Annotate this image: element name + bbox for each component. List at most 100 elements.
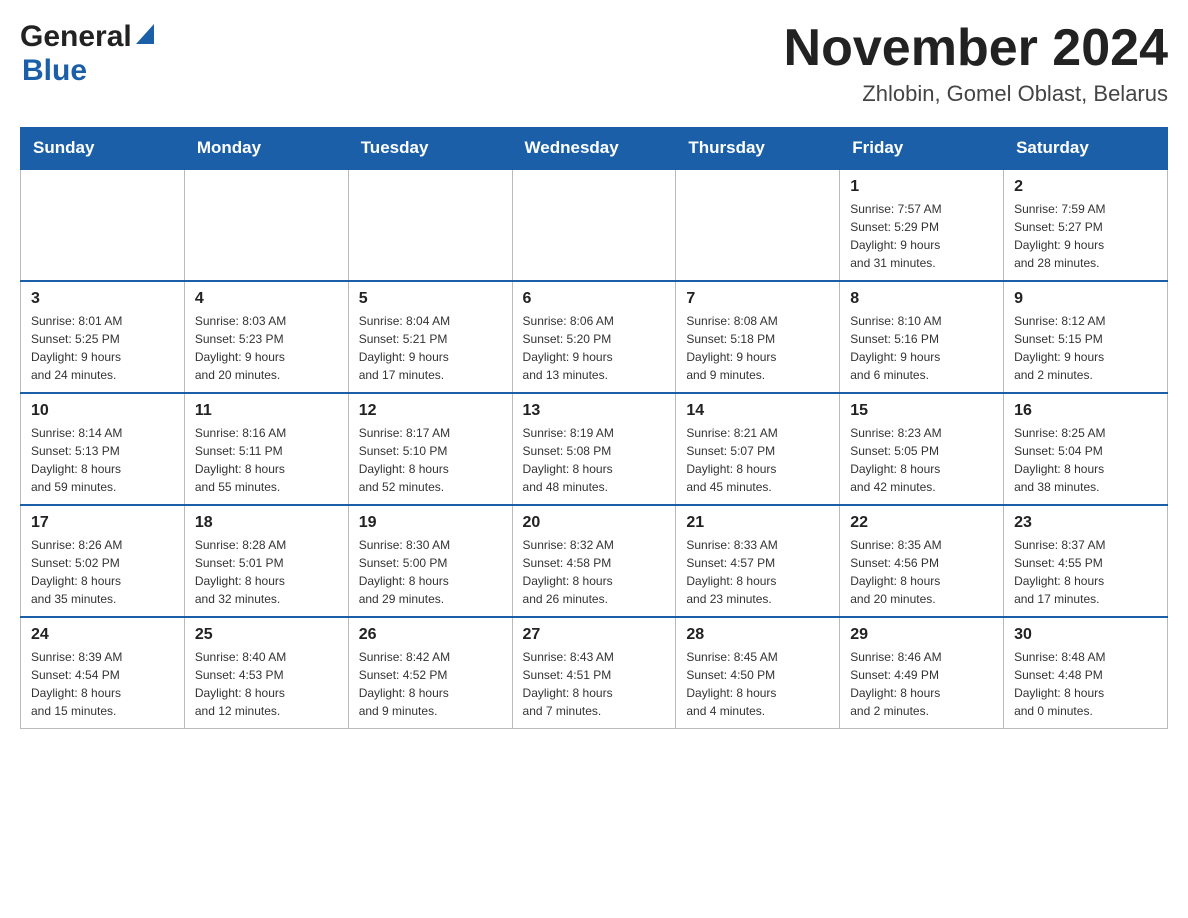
col-tuesday: Tuesday [348, 128, 512, 170]
day-info: Sunrise: 8:21 AMSunset: 5:07 PMDaylight:… [686, 424, 829, 496]
table-row: 8Sunrise: 8:10 AMSunset: 5:16 PMDaylight… [840, 281, 1004, 393]
day-number: 2 [1014, 178, 1157, 196]
table-row: 22Sunrise: 8:35 AMSunset: 4:56 PMDayligh… [840, 505, 1004, 617]
day-info: Sunrise: 8:01 AMSunset: 5:25 PMDaylight:… [31, 312, 174, 384]
day-number: 1 [850, 178, 993, 196]
table-row [676, 169, 840, 281]
day-number: 27 [523, 626, 666, 644]
day-number: 5 [359, 290, 502, 308]
table-row: 26 Sunrise: 8:42 AMSunset: 4:52 PMDayligh… [348, 617, 512, 729]
day-info: Sunrise: 8:14 AMSunset: 5:13 PMDaylight:… [31, 424, 174, 496]
day-number: 3 [31, 290, 174, 308]
col-friday: Friday [840, 128, 1004, 170]
table-row: 30 Sunrise: 8:48 AMSunset: 4:48 PMDayligh… [1004, 617, 1168, 729]
col-saturday: Saturday [1004, 128, 1168, 170]
table-row: 6 Sunrise: 8:06 AMSunset: 5:20 PMDaylight… [512, 281, 676, 393]
table-row: 5 Sunrise: 8:04 AMSunset: 5:21 PMDaylight… [348, 281, 512, 393]
table-row: 24Sunrise: 8:39 AMSunset: 4:54 PMDayligh… [21, 617, 185, 729]
month-year-title: November 2024 [784, 20, 1168, 77]
table-row: 21Sunrise: 8:33 AMSunset: 4:57 PMDayligh… [676, 505, 840, 617]
day-number: 18 [195, 514, 338, 532]
table-row: 16 Sunrise: 8:25 AMSunset: 5:04 PMDayligh… [1004, 393, 1168, 505]
day-info: Sunrise: 7:57 AMSunset: 5:29 PMDaylight:… [850, 200, 993, 272]
day-info: Sunrise: 8:12 AMSunset: 5:15 PMDaylight:… [1014, 312, 1157, 384]
table-row: 17 Sunrise: 8:26 AMSunset: 5:02 PMDayligh… [21, 505, 185, 617]
day-number: 10 [31, 402, 174, 420]
day-info: Sunrise: 8:17 AMSunset: 5:10 PMDaylight:… [359, 424, 502, 496]
day-info: Sunrise: 8:26 AMSunset: 5:02 PMDaylight:… [31, 536, 174, 608]
day-info: Sunrise: 8:30 AMSunset: 5:00 PMDaylight:… [359, 536, 502, 608]
day-number: 13 [523, 402, 666, 420]
day-info: Sunrise: 8:40 AMSunset: 4:53 PMDaylight:… [195, 648, 338, 720]
table-row: 14 Sunrise: 8:21 AMSunset: 5:07 PMDayligh… [676, 393, 840, 505]
day-info: Sunrise: 8:28 AMSunset: 5:01 PMDaylight:… [195, 536, 338, 608]
table-row: 19 Sunrise: 8:30 AMSunset: 5:00 PMDayligh… [348, 505, 512, 617]
table-row [348, 169, 512, 281]
table-row: 20 Sunrise: 8:32 AMSunset: 4:58 PMDayligh… [512, 505, 676, 617]
day-number: 20 [523, 514, 666, 532]
day-info: Sunrise: 8:16 AMSunset: 5:11 PMDaylight:… [195, 424, 338, 496]
table-row: 27Sunrise: 8:43 AMSunset: 4:51 PMDayligh… [512, 617, 676, 729]
day-info: Sunrise: 8:04 AMSunset: 5:21 PMDaylight:… [359, 312, 502, 384]
table-row: 11Sunrise: 8:16 AMSunset: 5:11 PMDayligh… [184, 393, 348, 505]
calendar-week-row: 10 Sunrise: 8:14 AMSunset: 5:13 PMDayligh… [21, 393, 1168, 505]
day-info: Sunrise: 8:32 AMSunset: 4:58 PMDaylight:… [523, 536, 666, 608]
day-number: 17 [31, 514, 174, 532]
day-info: Sunrise: 8:08 AMSunset: 5:18 PMDaylight:… [686, 312, 829, 384]
col-wednesday: Wednesday [512, 128, 676, 170]
col-thursday: Thursday [676, 128, 840, 170]
table-row: 4Sunrise: 8:03 AMSunset: 5:23 PMDaylight… [184, 281, 348, 393]
day-number: 28 [686, 626, 829, 644]
calendar-week-row: 1 Sunrise: 7:57 AMSunset: 5:29 PMDaylight… [21, 169, 1168, 281]
table-row: 1 Sunrise: 7:57 AMSunset: 5:29 PMDaylight… [840, 169, 1004, 281]
table-row: 28Sunrise: 8:45 AMSunset: 4:50 PMDayligh… [676, 617, 840, 729]
calendar-week-row: 24Sunrise: 8:39 AMSunset: 4:54 PMDayligh… [21, 617, 1168, 729]
day-number: 29 [850, 626, 993, 644]
col-monday: Monday [184, 128, 348, 170]
day-info: Sunrise: 8:06 AMSunset: 5:20 PMDaylight:… [523, 312, 666, 384]
table-row: 25Sunrise: 8:40 AMSunset: 4:53 PMDayligh… [184, 617, 348, 729]
table-row: 10 Sunrise: 8:14 AMSunset: 5:13 PMDayligh… [21, 393, 185, 505]
calendar-header-row: Sunday Monday Tuesday Wednesday Thursday… [21, 128, 1168, 170]
table-row: 2Sunrise: 7:59 AMSunset: 5:27 PMDaylight… [1004, 169, 1168, 281]
day-number: 23 [1014, 514, 1157, 532]
day-info: Sunrise: 8:42 AMSunset: 4:52 PMDaylight:… [359, 648, 502, 720]
table-row: 3 Sunrise: 8:01 AMSunset: 5:25 PMDaylight… [21, 281, 185, 393]
day-info: Sunrise: 8:19 AMSunset: 5:08 PMDaylight:… [523, 424, 666, 496]
day-info: Sunrise: 8:03 AMSunset: 5:23 PMDaylight:… [195, 312, 338, 384]
table-row [21, 169, 185, 281]
table-row: 12 Sunrise: 8:17 AMSunset: 5:10 PMDayligh… [348, 393, 512, 505]
table-row [512, 169, 676, 281]
day-info: Sunrise: 8:10 AMSunset: 5:16 PMDaylight:… [850, 312, 993, 384]
day-number: 14 [686, 402, 829, 420]
day-number: 16 [1014, 402, 1157, 420]
calendar-table: Sunday Monday Tuesday Wednesday Thursday… [20, 127, 1168, 729]
day-number: 30 [1014, 626, 1157, 644]
table-row: 15Sunrise: 8:23 AMSunset: 5:05 PMDayligh… [840, 393, 1004, 505]
day-number: 12 [359, 402, 502, 420]
day-info: Sunrise: 8:33 AMSunset: 4:57 PMDaylight:… [686, 536, 829, 608]
day-number: 7 [686, 290, 829, 308]
day-number: 26 [359, 626, 502, 644]
day-number: 19 [359, 514, 502, 532]
day-number: 22 [850, 514, 993, 532]
table-row [184, 169, 348, 281]
logo-general-text: General [20, 20, 132, 54]
day-info: Sunrise: 8:48 AMSunset: 4:48 PMDaylight:… [1014, 648, 1157, 720]
table-row: 23 Sunrise: 8:37 AMSunset: 4:55 PMDayligh… [1004, 505, 1168, 617]
title-section: November 2024 Zhlobin, Gomel Oblast, Bel… [784, 20, 1168, 107]
day-info: Sunrise: 8:25 AMSunset: 5:04 PMDaylight:… [1014, 424, 1157, 496]
location-subtitle: Zhlobin, Gomel Oblast, Belarus [784, 81, 1168, 107]
page-header: General Blue November 2024 Zhlobin, Gome… [20, 20, 1168, 107]
day-number: 6 [523, 290, 666, 308]
day-info: Sunrise: 8:37 AMSunset: 4:55 PMDaylight:… [1014, 536, 1157, 608]
table-row: 9 Sunrise: 8:12 AMSunset: 5:15 PMDaylight… [1004, 281, 1168, 393]
col-sunday: Sunday [21, 128, 185, 170]
table-row: 7 Sunrise: 8:08 AMSunset: 5:18 PMDaylight… [676, 281, 840, 393]
day-number: 9 [1014, 290, 1157, 308]
day-info: Sunrise: 8:39 AMSunset: 4:54 PMDaylight:… [31, 648, 174, 720]
logo-blue-text: Blue [22, 54, 87, 87]
logo: General Blue [20, 20, 154, 88]
table-row: 18 Sunrise: 8:28 AMSunset: 5:01 PMDayligh… [184, 505, 348, 617]
logo-triangle-icon [136, 24, 154, 49]
